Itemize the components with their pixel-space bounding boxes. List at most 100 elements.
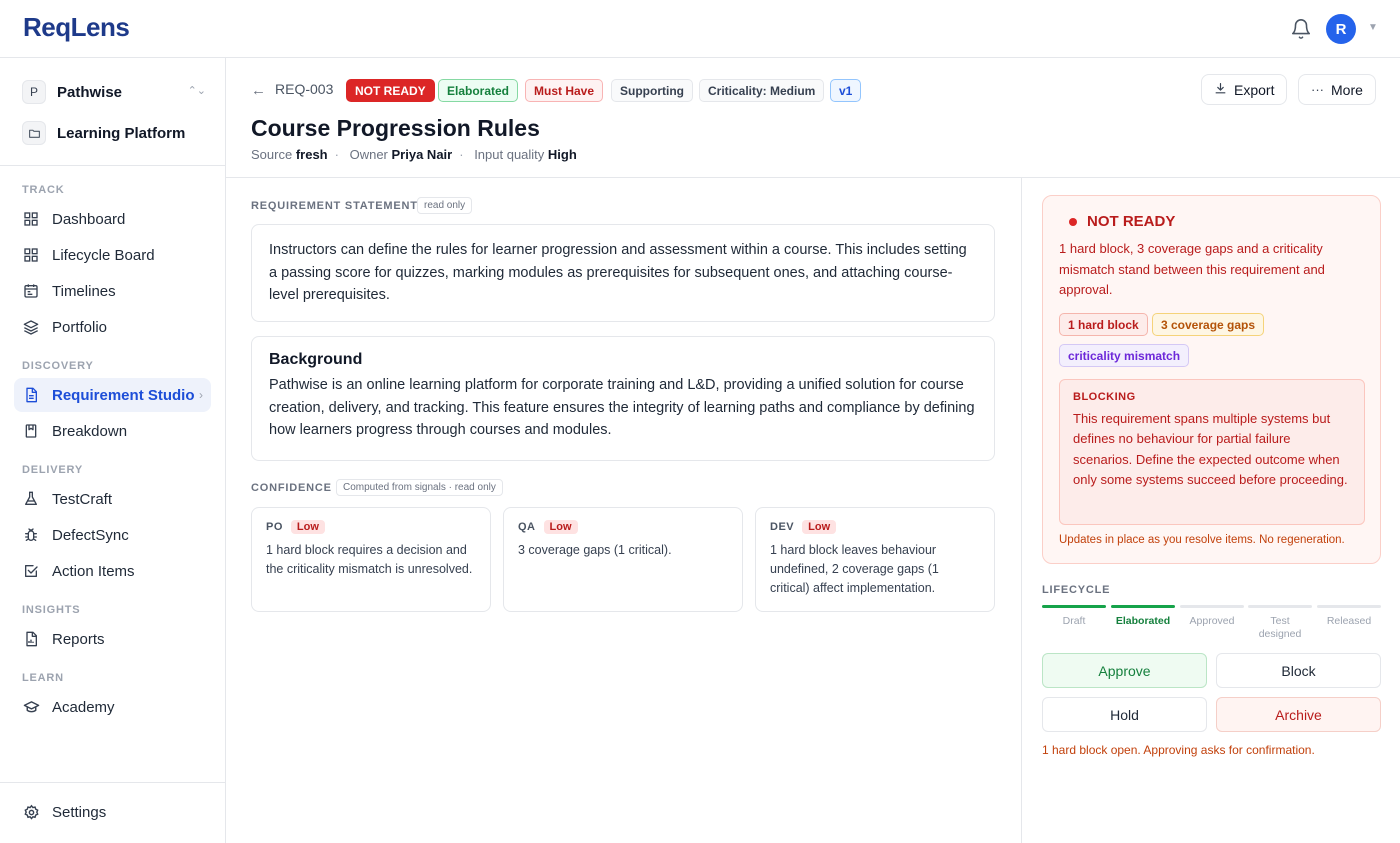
top-bar: ReqLens R ▼ [0,0,1400,58]
chevron-right-icon: › [199,388,203,402]
more-label: More [1331,81,1363,98]
sidebar-item-settings[interactable]: Settings [14,795,211,829]
readiness-title: NOT READY [1059,213,1175,230]
confidence-card-qa: QA Low 3 coverage gaps (1 critical). [503,507,743,612]
hard-block-pill[interactable]: 1 hard block [1059,313,1148,336]
coverage-gaps-pill[interactable]: 3 coverage gaps [1152,313,1265,336]
sidebar-item-timelines[interactable]: Timelines [14,274,211,308]
approve-button[interactable]: Approve [1042,653,1207,688]
sidebar-item-defectsync[interactable]: DefectSync [14,518,211,552]
lifecycle-label: LIFECYCLE [1042,584,1111,596]
criticality-mismatch-pill[interactable]: criticality mismatch [1059,344,1190,367]
project-selector[interactable]: Learning Platform [22,121,212,145]
lifecycle-step-test-designed: Test designed [1248,605,1312,641]
owner-value: Priya Nair [391,147,453,162]
more-button[interactable]: ··· More [1298,74,1376,105]
sidebar-item-label: TestCraft [52,490,113,508]
sidebar-section-learn: LEARN [22,672,64,684]
readiness-footer: Updates in place as you resolve items. N… [1059,534,1345,546]
sidebar-item-portfolio[interactable]: Portfolio [14,310,211,344]
archive-button[interactable]: Archive [1216,697,1381,732]
sidebar-item-academy[interactable]: Academy [14,690,211,724]
workspace-initial: P [22,80,46,104]
bug-icon [22,526,40,544]
workspace-toggle-icon[interactable]: ⌃⌄ [188,84,206,97]
confidence-role: DEV [770,521,795,533]
user-avatar[interactable]: R [1326,14,1356,44]
confidence-level-badge: Low [543,520,578,534]
confidence-role: PO [266,521,283,533]
sidebar-item-label: Portfolio [52,318,108,336]
blocking-text: This requirement spans multiple systems … [1073,411,1348,487]
project-name: Learning Platform [57,124,186,142]
sidebar-item-label: Breakdown [52,422,128,440]
download-icon [1214,82,1227,98]
lifecycle-bar [1042,605,1106,608]
layers-icon [22,318,40,336]
lifecycle-step-draft: Draft [1042,605,1106,628]
confidence-text: 3 coverage gaps (1 critical). [518,543,672,557]
calendar-icon [22,282,40,300]
sidebar-section-insights: INSIGHTS [22,604,81,616]
confidence-text: 1 hard block requires a decision and the… [266,543,473,576]
lifecycle-step-label: Approved [1189,615,1235,627]
sidebar-item-label: Academy [52,698,115,716]
sidebar-item-dashboard[interactable]: Dashboard [14,202,211,236]
sidebar-item-reports[interactable]: Reports [14,622,211,656]
sidebar-item-label: Dashboard [52,210,126,228]
requirement-meta: Source fresh · Owner Priya Nair · Input qu… [251,147,577,162]
sidebar-item-label: Action Items [52,562,135,580]
background-title: Background [269,351,363,368]
confidence-role: QA [518,521,536,533]
lifecycle-bar [1248,605,1312,608]
block-button[interactable]: Block [1216,653,1381,688]
app-logo[interactable]: ReqLens [23,12,130,43]
read-only-chip: read only [417,197,473,214]
export-label: Export [1234,81,1275,98]
lifecycle-step-approved: Approved [1180,605,1244,628]
statement-section-label: REQUIREMENT STATEMENT [251,200,418,212]
confidence-card-po: PO Low 1 hard block requires a decision … [251,507,491,612]
status-dot-icon [1069,217,1077,226]
sidebar-item-action-items[interactable]: Action Items [14,554,211,588]
gear-icon [22,803,40,821]
sidebar-item-label: Settings [52,803,107,821]
readiness-title-text: NOT READY [1087,213,1176,230]
source-value: fresh [295,147,328,162]
lifecycle-bar [1317,605,1381,608]
sidebar-item-lifecycle-board[interactable]: Lifecycle Board [14,238,211,272]
lifecycle-bar [1111,605,1175,608]
lifecycle-step-elaborated: Elaborated [1111,605,1175,628]
sidebar-item-testcraft[interactable]: TestCraft [14,482,211,516]
bookmark-icon [22,422,40,440]
sidebar-divider [0,165,225,166]
sidebar-item-label: Reports [52,630,105,648]
avatar-menu-caret-icon[interactable]: ▼ [1368,22,1378,33]
lifecycle-bar [1180,605,1244,608]
requirement-statement-card: Instructors can define the rules for lea… [251,224,995,322]
status-badge: NOT READY [346,79,435,102]
lifecycle-step-label: Test designed [1258,615,1302,640]
sidebar-item-label: Timelines [52,282,116,300]
source-label: Source [251,147,293,162]
back-arrow-icon[interactable]: ← [251,82,266,99]
sidebar-section-discovery: DISCOVERY [22,360,94,372]
sidebar-item-requirement-studio[interactable]: Requirement Studio › [14,378,211,412]
requirement-id: REQ-003 [275,81,334,97]
notifications-bell-icon[interactable] [1290,18,1312,40]
sidebar-item-breakdown[interactable]: Breakdown [14,414,211,448]
background-card: Background Pathwise is an online learnin… [251,336,995,461]
requirement-header: ← REQ-003 NOT READY Elaborated Must Have… [226,58,1400,178]
checkbox-icon [22,562,40,580]
workspace-switcher[interactable]: P Pathwise ⌃⌄ [22,80,212,104]
export-button[interactable]: Export [1201,74,1288,105]
quality-label: Input quality [474,147,545,162]
action-note: 1 hard block open. Approving asks for co… [1042,743,1315,757]
hold-button[interactable]: Hold [1042,697,1207,732]
folder-icon [22,121,46,145]
confidence-section-label: CONFIDENCE [251,482,332,494]
confidence-level-badge: Low [290,520,325,534]
confidence-card-dev: DEV Low 1 hard block leaves behaviour un… [755,507,995,612]
quality-value: High [547,147,577,162]
stage-badge: Elaborated [438,79,519,102]
